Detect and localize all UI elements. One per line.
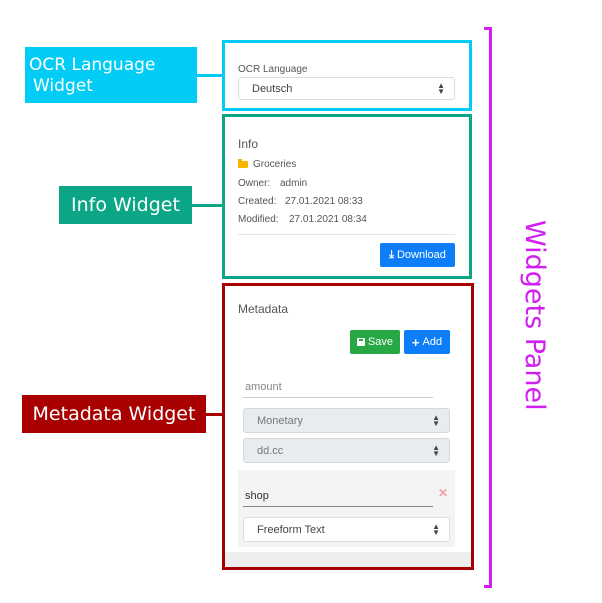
metadata-field-type-select[interactable]: Monetary ▲ ▼ (243, 408, 450, 433)
save-button[interactable]: Save (350, 330, 400, 354)
owner-value: admin (280, 178, 308, 189)
download-label: Download (396, 249, 446, 261)
info-divider (238, 234, 455, 235)
add-button[interactable]: + Add (404, 330, 450, 354)
created-value: 27.01.2021 08:33 (285, 196, 363, 207)
metadata-field-format-select[interactable]: dd.cc ▲ ▼ (243, 438, 450, 463)
created-label: Created: (238, 196, 277, 207)
close-icon[interactable]: ✕ (438, 486, 448, 500)
metadata-connector-line (206, 413, 222, 416)
modified-value: 27.01.2021 08:34 (289, 214, 367, 225)
select-caret-icon: ▲ ▼ (432, 412, 440, 428)
folder-name[interactable]: Groceries (253, 159, 296, 170)
save-label: Save (367, 336, 394, 348)
metadata-title: Metadata (238, 302, 289, 316)
select-caret-icon: ▲ ▼ (432, 521, 440, 537)
callout-text-line1: OCR Language (29, 55, 156, 75)
select-caret-icon: ▲ ▼ (432, 442, 440, 458)
metadata-widget-footer (225, 552, 471, 567)
add-label: Add (422, 336, 443, 348)
ocr-language-select[interactable]: Deutsch ▲ ▼ (238, 77, 455, 100)
modified-label: Modified: (238, 214, 279, 225)
widgets-panel-label: Widgets Panel (519, 220, 550, 411)
select-caret-icon: ▲ ▼ (437, 80, 445, 96)
metadata-field-format-value: dd.cc (257, 444, 284, 457)
metadata-field-name-value: shop (245, 490, 269, 502)
metadata-field-type-value: Freeform Text (257, 523, 325, 536)
info-connector-line (192, 204, 222, 207)
ocr-connector-line (197, 74, 222, 77)
floppy-disk-icon (356, 338, 365, 346)
ocr-language-widget-callout: OCR Language Widget (25, 47, 197, 103)
ocr-language-widget (222, 40, 472, 111)
plus-icon: + (411, 334, 420, 350)
ocr-language-label: OCR Language (238, 64, 308, 75)
callout-text-line2: Widget (33, 76, 93, 96)
download-button[interactable]: ⤓ Download (380, 243, 455, 267)
owner-label: Owner: (238, 178, 271, 189)
metadata-field-name-input[interactable]: amount (243, 378, 433, 398)
download-icon: ⤓ (389, 248, 394, 261)
ocr-language-value: Deutsch (252, 82, 293, 95)
metadata-field-name-input[interactable]: shop (243, 484, 433, 507)
metadata-field-type-value: Monetary (257, 414, 303, 427)
info-title: Info (238, 137, 259, 151)
folder-icon (238, 159, 248, 168)
metadata-widget-callout: Metadata Widget (22, 395, 206, 433)
metadata-field-name-value: amount (245, 381, 282, 393)
widgets-panel-bracket (484, 27, 492, 588)
info-widget-callout: Info Widget (59, 186, 192, 224)
metadata-field-type-select[interactable]: Freeform Text ▲ ▼ (243, 517, 450, 542)
